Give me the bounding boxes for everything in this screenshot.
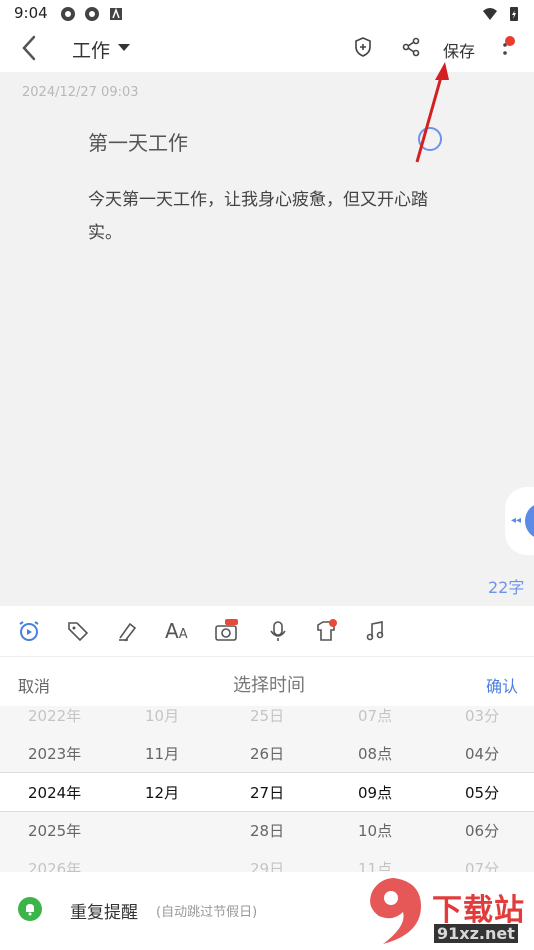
- month-cell[interactable]: 11月: [145, 743, 179, 764]
- month-cell[interactable]: 10月: [145, 706, 179, 726]
- hour-cell[interactable]: 08点: [358, 743, 392, 764]
- wifi-icon: [483, 8, 497, 20]
- char-count: 22字: [488, 578, 525, 597]
- a-notification-icon: [110, 7, 122, 20]
- highlighter-icon[interactable]: [116, 619, 140, 643]
- picker-row[interactable]: 2026年 29日 11点 07分: [0, 849, 534, 872]
- minute-cell[interactable]: 04分: [465, 743, 499, 764]
- category-title[interactable]: 工作: [72, 36, 110, 63]
- hour-cell[interactable]: 10点: [358, 820, 392, 841]
- day-cell-selected[interactable]: 27日: [250, 782, 284, 803]
- app-notification-icon-2: [85, 7, 99, 21]
- minute-cell[interactable]: 07分: [465, 858, 499, 872]
- day-cell[interactable]: 26日: [250, 743, 284, 764]
- shield-add-icon[interactable]: [352, 36, 374, 58]
- share-icon[interactable]: [400, 36, 422, 58]
- picker-row[interactable]: 2025年 28日 10点 06分: [0, 811, 534, 849]
- repeat-reminder-hint: (自动跳过节假日): [156, 905, 258, 920]
- day-cell[interactable]: 25日: [250, 706, 284, 726]
- tag-icon[interactable]: [66, 619, 90, 643]
- bell-glyph-icon: [26, 904, 34, 916]
- note-body[interactable]: 今天第一天工作，让我身心疲惫，但又开心踏实。: [88, 184, 448, 250]
- cancel-button[interactable]: 取消: [18, 673, 50, 697]
- notification-dot: [505, 36, 515, 46]
- picker-row[interactable]: 2022年 10月 25日 07点 03分: [0, 706, 534, 734]
- music-note-icon[interactable]: [363, 619, 387, 643]
- month-cell-selected[interactable]: 12月: [145, 782, 179, 803]
- chevron-down-icon[interactable]: [118, 44, 130, 51]
- status-time: 9:04: [14, 4, 48, 22]
- minute-cell-selected[interactable]: 05分: [465, 782, 499, 803]
- ocr-camera-icon[interactable]: [214, 619, 238, 643]
- year-cell[interactable]: 2023年: [28, 743, 81, 764]
- hour-cell[interactable]: 07点: [358, 706, 392, 726]
- day-cell[interactable]: 29日: [250, 858, 284, 872]
- repeat-reminder-label: 重复提醒: [70, 903, 138, 923]
- app-notification-icon: [61, 7, 75, 21]
- microphone-icon[interactable]: [266, 619, 290, 643]
- battery-icon: [510, 7, 518, 21]
- note-title[interactable]: 第一天工作: [88, 127, 188, 156]
- day-cell[interactable]: 28日: [250, 820, 284, 841]
- year-cell[interactable]: 2026年: [28, 858, 81, 872]
- minute-cell[interactable]: 03分: [465, 706, 499, 726]
- hour-cell[interactable]: 11点: [358, 858, 392, 872]
- theme-shirt-icon[interactable]: [314, 619, 338, 643]
- watermark-url: 91xz.net: [434, 924, 518, 943]
- status-bar: [0, 0, 534, 28]
- back-icon[interactable]: [18, 34, 42, 62]
- watermark-logo: [370, 878, 421, 944]
- alarm-icon[interactable]: [17, 619, 41, 643]
- rewind-icon: ◂◂: [511, 515, 522, 526]
- time-picker[interactable]: 2022年 10月 25日 07点 03分 2023年 11月 26日 08点 …: [0, 706, 534, 872]
- annotation-arrow: [415, 62, 449, 163]
- year-cell[interactable]: 2025年: [28, 820, 81, 841]
- confirm-button[interactable]: 确认: [486, 673, 518, 697]
- year-cell[interactable]: 2022年: [28, 706, 81, 726]
- picker-title: 选择时间: [233, 675, 305, 696]
- year-cell-selected[interactable]: 2024年: [28, 782, 81, 803]
- note-date: 2024/12/27 09:03: [22, 85, 139, 100]
- minute-cell[interactable]: 06分: [465, 820, 499, 841]
- picker-selected-row[interactable]: 2024年 12月 27日 09点 05分: [0, 772, 534, 812]
- picker-row[interactable]: 2023年 11月 26日 08点 04分: [0, 734, 534, 772]
- watermark-title: 下载站: [432, 893, 525, 928]
- font-size-icon[interactable]: AA: [165, 619, 188, 643]
- hour-cell-selected[interactable]: 09点: [358, 782, 392, 803]
